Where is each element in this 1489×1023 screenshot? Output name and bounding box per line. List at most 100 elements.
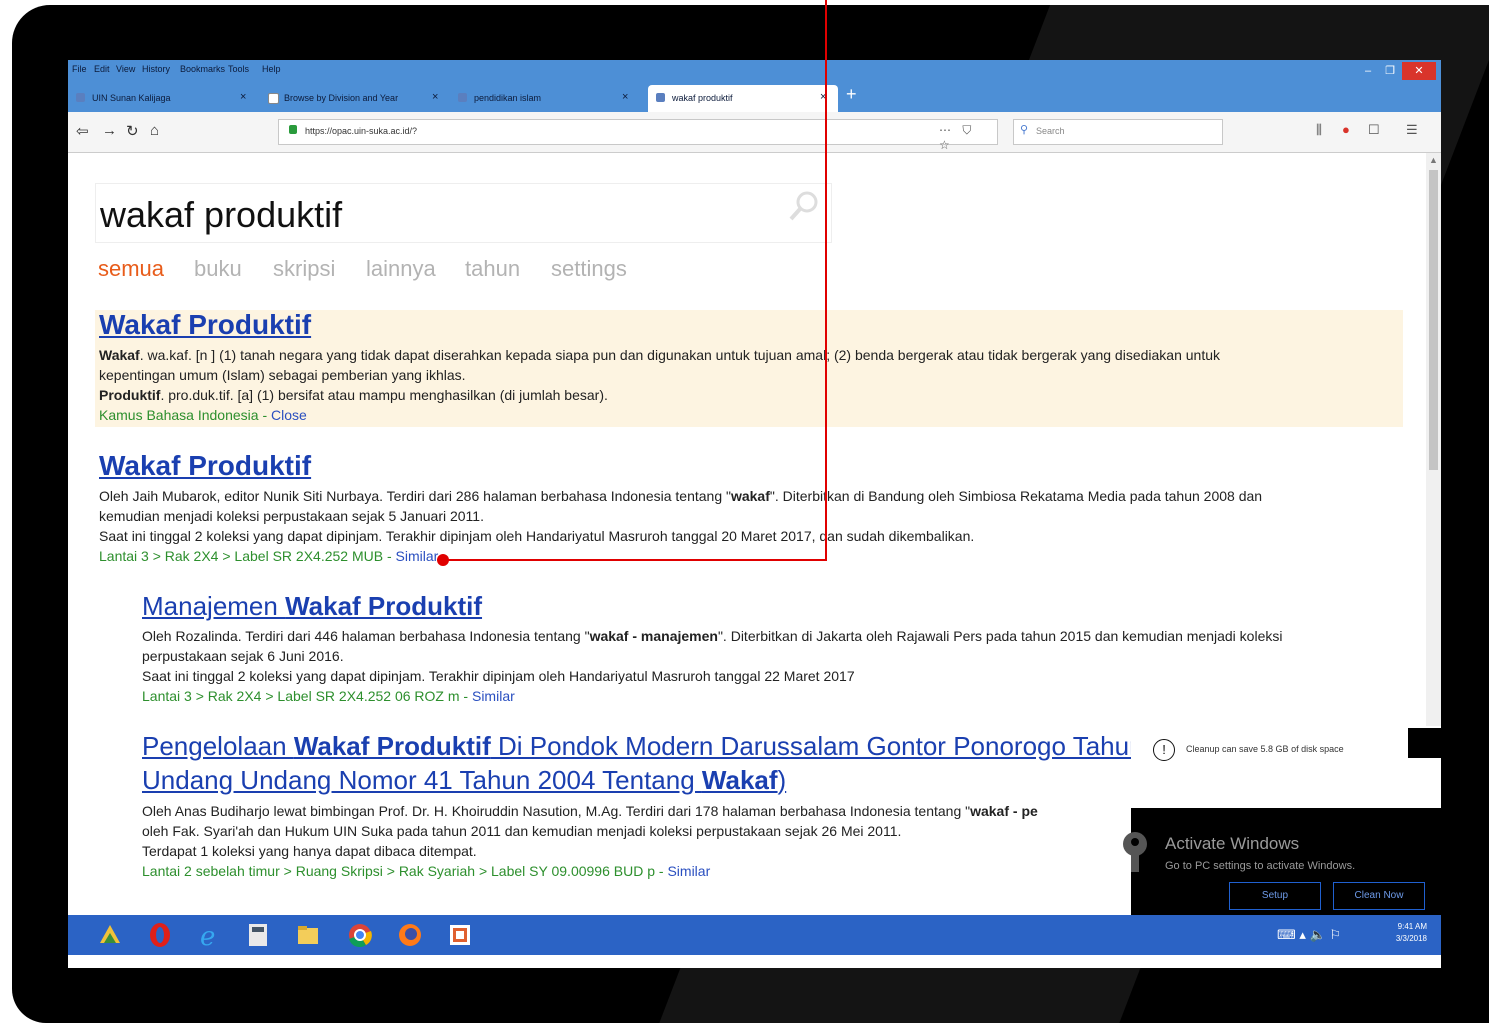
- menu-view[interactable]: View: [116, 64, 135, 74]
- setup-button[interactable]: Setup: [1229, 882, 1321, 910]
- activate-windows-panel: Activate Windows Go to PC settings to ac…: [1123, 808, 1441, 915]
- similar-link[interactable]: Similar: [396, 548, 439, 564]
- notification-edge: [1408, 728, 1441, 758]
- menu-history[interactable]: History: [142, 64, 170, 74]
- menu-help[interactable]: Help: [262, 64, 281, 74]
- restore-icon[interactable]: ❐: [1380, 62, 1400, 80]
- menu-bar: File Edit View History Bookmarks Tools H…: [68, 60, 1441, 82]
- menu-tools[interactable]: Tools: [228, 64, 249, 74]
- result-location: Lantai 3 > Rak 2X4 > Label SR 2X4.252 06…: [142, 688, 515, 704]
- hamburger-menu-icon[interactable]: ☰: [1406, 122, 1418, 138]
- magnifier-icon[interactable]: [788, 190, 820, 222]
- clock-time: 9:41 AM: [1397, 922, 1427, 931]
- filter-lainnya[interactable]: lainnya: [366, 256, 436, 282]
- search-icon: ⚲: [1020, 124, 1029, 136]
- reload-icon[interactable]: ↻: [126, 122, 139, 140]
- home-icon[interactable]: ⌂: [150, 122, 159, 139]
- tab-uin[interactable]: UIN Sunan Kalijaga ×: [68, 85, 258, 112]
- dictionary-source: Kamus Bahasa Indonesia - Close: [99, 407, 307, 423]
- filter-tahun[interactable]: tahun: [465, 256, 520, 282]
- lock-icon: [289, 125, 297, 134]
- result-line: Terdapat 1 koleksi yang hanya dapat diba…: [142, 843, 477, 859]
- result-title[interactable]: Pengelolaan Wakaf Produktif Di Pondok Mo…: [142, 731, 1144, 762]
- close-link[interactable]: Close: [271, 407, 307, 423]
- favicon-icon: [656, 93, 665, 102]
- start-icon[interactable]: [96, 921, 124, 949]
- disk-cleanup-notification[interactable]: ! Cleanup can save 5.8 GB of disk space: [1131, 726, 1441, 808]
- presentation-app-icon[interactable]: [446, 921, 474, 949]
- scroll-thumb[interactable]: [1429, 170, 1438, 470]
- tab-close-icon[interactable]: ×: [240, 91, 246, 103]
- dictionary-box: Wakaf Produktif Wakaf. wa.kaf. [n ] (1) …: [95, 309, 1403, 427]
- result-title[interactable]: Manajemen Wakaf Produktif: [142, 591, 482, 622]
- similar-link[interactable]: Similar: [667, 863, 710, 879]
- menu-edit[interactable]: Edit: [94, 64, 110, 74]
- laptop-bezel: File Edit View History Bookmarks Tools H…: [12, 5, 1489, 1023]
- filter-semua[interactable]: semua: [98, 256, 164, 282]
- back-icon[interactable]: ⇦: [76, 122, 89, 140]
- search-placeholder: Search: [1036, 126, 1065, 136]
- svg-text:e: e: [200, 922, 215, 949]
- result-line: Saat ini tinggal 2 koleksi yang dapat di…: [142, 668, 855, 684]
- search-bar[interactable]: ⚲ Search: [1013, 119, 1223, 145]
- tab-close-icon[interactable]: ×: [820, 91, 826, 103]
- activate-title: Activate Windows: [1165, 834, 1300, 853]
- result-location: Lantai 3 > Rak 2X4 > Label SR 2X4.252 MU…: [99, 548, 439, 564]
- result-line: perpustakaan sejak 6 Juni 2016.: [142, 648, 344, 664]
- notification-text: Cleanup can save 5.8 GB of disk space: [1186, 744, 1344, 754]
- internet-explorer-icon[interactable]: e: [196, 921, 224, 949]
- close-window-icon[interactable]: ✕: [1402, 62, 1436, 80]
- similar-link[interactable]: Similar: [472, 688, 515, 704]
- page-icon: [268, 93, 279, 104]
- tab-browse-division[interactable]: Browse by Division and Year ×: [260, 85, 448, 112]
- tab-label: UIN Sunan Kalijaga: [92, 93, 171, 103]
- tab-bar: UIN Sunan Kalijaga × Browse by Division …: [68, 82, 1441, 112]
- tab-pendidikan-islam[interactable]: pendidikan islam ×: [450, 85, 640, 112]
- result-line: oleh Fak. Syari'ah dan Hukum UIN Suka pa…: [142, 823, 902, 839]
- result-line: Oleh Jaih Mubarok, editor Nunik Siti Nur…: [99, 488, 1263, 504]
- opera-icon[interactable]: [146, 921, 174, 949]
- scroll-up-icon[interactable]: ▲: [1429, 155, 1438, 165]
- result-line: Oleh Rozalinda. Terdiri dari 446 halaman…: [142, 628, 1283, 644]
- addon-icon[interactable]: ●: [1342, 122, 1350, 137]
- clock-date: 3/3/2018: [1395, 934, 1427, 943]
- search-query-box[interactable]: wakaf produktif: [95, 183, 832, 243]
- filter-skripsi[interactable]: skripsi: [273, 256, 335, 282]
- dictionary-line: kepentingan umum (Islam) sebagai pemberi…: [99, 367, 466, 383]
- tab-label: wakaf produktif: [672, 93, 733, 103]
- tab-close-icon[interactable]: ×: [432, 91, 438, 103]
- taskbar: e ⌨ ▴ 🔈 ⚐ 9:41 AM 3/3/2018: [68, 915, 1441, 955]
- clean-now-button[interactable]: Clean Now: [1333, 882, 1425, 910]
- dictionary-title[interactable]: Wakaf Produktif: [99, 309, 311, 341]
- search-query-text: wakaf produktif: [100, 194, 343, 235]
- activate-subtitle: Go to PC settings to activate Windows.: [1165, 860, 1356, 872]
- page-actions-icon[interactable]: ⋯ ⛉ ☆: [939, 123, 997, 152]
- firefox-icon[interactable]: [396, 921, 424, 949]
- result-line: Saat ini tinggal 2 koleksi yang dapat di…: [99, 528, 975, 544]
- favicon-icon: [76, 93, 85, 102]
- url-bar[interactable]: https://opac.uin-suka.ac.id/? ⋯ ⛉ ☆: [278, 119, 998, 152]
- tab-wakaf-produktif[interactable]: wakaf produktif ×: [648, 85, 838, 112]
- result-title[interactable]: Wakaf Produktif: [99, 450, 311, 482]
- menu-bookmarks[interactable]: Bookmarks: [180, 64, 225, 74]
- filter-buku[interactable]: buku: [194, 256, 242, 282]
- calculator-icon[interactable]: [244, 921, 272, 949]
- sidebar-icon[interactable]: ☐: [1368, 122, 1380, 138]
- forward-icon[interactable]: →: [102, 122, 117, 139]
- library-icon[interactable]: ⫼: [1316, 122, 1322, 138]
- filter-settings[interactable]: settings: [551, 256, 627, 282]
- system-tray[interactable]: ⌨ ▴ 🔈 ⚐: [1277, 927, 1341, 943]
- result-line: Oleh Anas Budiharjo lewat bimbingan Prof…: [142, 803, 1038, 819]
- clock[interactable]: 9:41 AM 3/3/2018: [1396, 921, 1427, 945]
- dictionary-line: Produktif. pro.duk.tif. [a] (1) bersifat…: [99, 387, 608, 403]
- result-line: kemudian menjadi koleksi perpustakaan se…: [99, 508, 484, 524]
- result-title-cont[interactable]: Undang Undang Nomor 41 Tahun 2004 Tentan…: [142, 765, 786, 796]
- file-explorer-icon[interactable]: [294, 921, 322, 949]
- dictionary-line: Wakaf. wa.kaf. [n ] (1) tanah negara yan…: [99, 347, 1221, 363]
- chrome-icon[interactable]: [346, 921, 374, 949]
- menu-file[interactable]: File: [72, 64, 87, 74]
- minimize-icon[interactable]: –: [1358, 62, 1378, 80]
- tab-close-icon[interactable]: ×: [622, 91, 628, 103]
- url-text: https://opac.uin-suka.ac.id/?: [305, 126, 418, 136]
- new-tab-button[interactable]: +: [846, 84, 857, 105]
